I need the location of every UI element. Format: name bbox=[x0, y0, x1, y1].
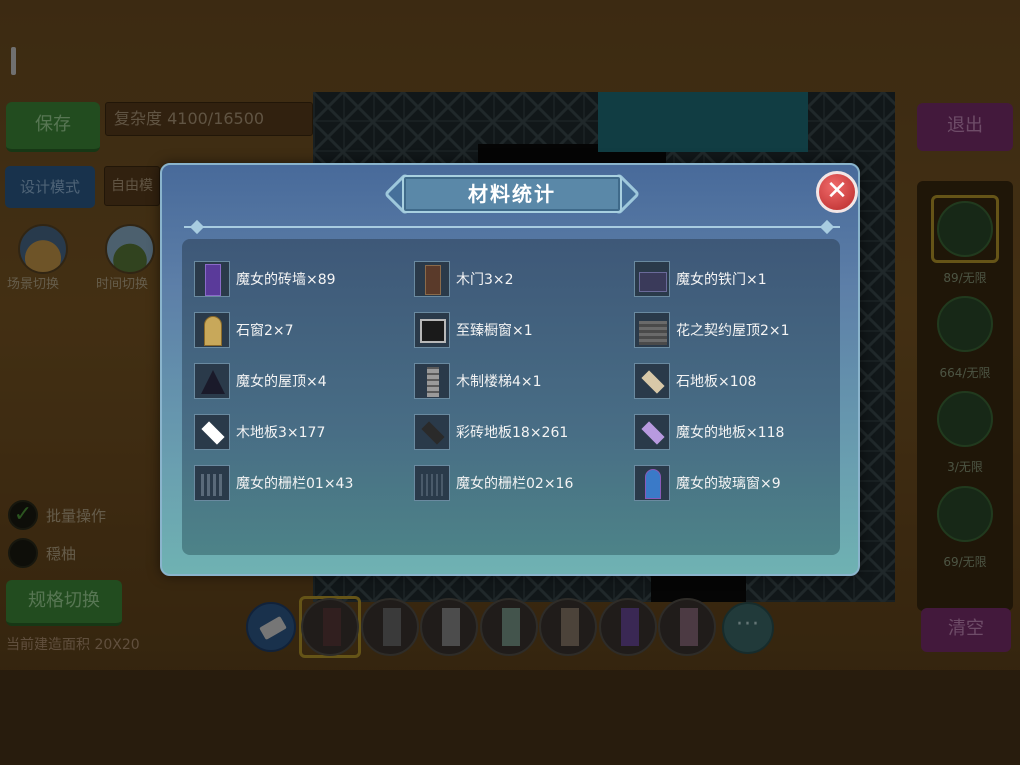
material-label: 花之契约屋顶2×1 bbox=[676, 322, 790, 339]
flower-pact-roof-icon bbox=[634, 311, 670, 348]
witch-fence-01-icon bbox=[194, 464, 230, 501]
material-item: 魔女的屋顶×4 bbox=[194, 355, 414, 406]
wooden-door-icon bbox=[414, 260, 450, 297]
material-item: 魔女的地板×118 bbox=[634, 406, 834, 457]
divider bbox=[184, 226, 840, 228]
material-item: 木地板3×177 bbox=[194, 406, 414, 457]
title-banner: 材料统计 bbox=[402, 175, 622, 213]
wooden-stairs-icon bbox=[414, 362, 450, 399]
material-label: 木门3×2 bbox=[456, 271, 514, 288]
material-label: 魔女的栅栏02×16 bbox=[456, 475, 574, 492]
material-item: 花之契约屋顶2×1 bbox=[634, 304, 834, 355]
material-item: 魔女的铁门×1 bbox=[634, 253, 834, 304]
material-label: 魔女的玻璃窗×9 bbox=[676, 475, 781, 492]
material-item: 彩砖地板18×261 bbox=[414, 406, 634, 457]
witch-fence-02-icon bbox=[414, 464, 450, 501]
material-label: 魔女的屋顶×4 bbox=[236, 373, 327, 390]
material-item: 石地板×108 bbox=[634, 355, 834, 406]
material-item: 木制楼梯4×1 bbox=[414, 355, 634, 406]
dialog-title: 材料统计 bbox=[468, 182, 556, 206]
witch-brick-wall-icon bbox=[194, 260, 230, 297]
material-label: 木制楼梯4×1 bbox=[456, 373, 542, 390]
material-item: 至臻橱窗×1 bbox=[414, 304, 634, 355]
material-label: 木地板3×177 bbox=[236, 424, 326, 441]
close-button[interactable]: ✕ bbox=[816, 171, 858, 213]
close-icon: ✕ bbox=[826, 176, 848, 206]
showcase-window-icon bbox=[414, 311, 450, 348]
divider-ornament-icon bbox=[819, 219, 835, 235]
material-item: 石窗2×7 bbox=[194, 304, 414, 355]
material-item: 魔女的玻璃窗×9 bbox=[634, 457, 834, 508]
witch-iron-gate-icon bbox=[634, 260, 670, 297]
material-label: 魔女的砖墙×89 bbox=[236, 271, 336, 288]
witch-floor-icon bbox=[634, 413, 670, 450]
materials-grid: 魔女的砖墙×89 木门3×2 魔女的铁门×1 石窗2×7 至臻橱窗×1 花之契约… bbox=[194, 253, 834, 513]
material-label: 魔女的地板×118 bbox=[676, 424, 785, 441]
stone-window-icon bbox=[194, 311, 230, 348]
material-item: 魔女的栅栏02×16 bbox=[414, 457, 634, 508]
material-label: 魔女的铁门×1 bbox=[676, 271, 767, 288]
material-label: 石地板×108 bbox=[676, 373, 757, 390]
material-item: 魔女的栅栏01×43 bbox=[194, 457, 414, 508]
witch-glass-window-icon bbox=[634, 464, 670, 501]
wooden-floor-icon bbox=[194, 413, 230, 450]
witch-roof-icon bbox=[194, 362, 230, 399]
material-label: 至臻橱窗×1 bbox=[456, 322, 533, 339]
material-label: 石窗2×7 bbox=[236, 322, 294, 339]
material-label: 彩砖地板18×261 bbox=[456, 424, 569, 441]
material-label: 魔女的栅栏01×43 bbox=[236, 475, 354, 492]
colored-tile-floor-icon bbox=[414, 413, 450, 450]
material-item: 魔女的砖墙×89 bbox=[194, 253, 414, 304]
material-item: 木门3×2 bbox=[414, 253, 634, 304]
materials-list-panel: 魔女的砖墙×89 木门3×2 魔女的铁门×1 石窗2×7 至臻橱窗×1 花之契约… bbox=[182, 239, 840, 555]
stone-floor-icon bbox=[634, 362, 670, 399]
materials-stats-dialog: 材料统计 ✕ 魔女的砖墙×89 木门3×2 魔女的铁门×1 石窗2×7 至臻橱窗… bbox=[160, 163, 860, 576]
